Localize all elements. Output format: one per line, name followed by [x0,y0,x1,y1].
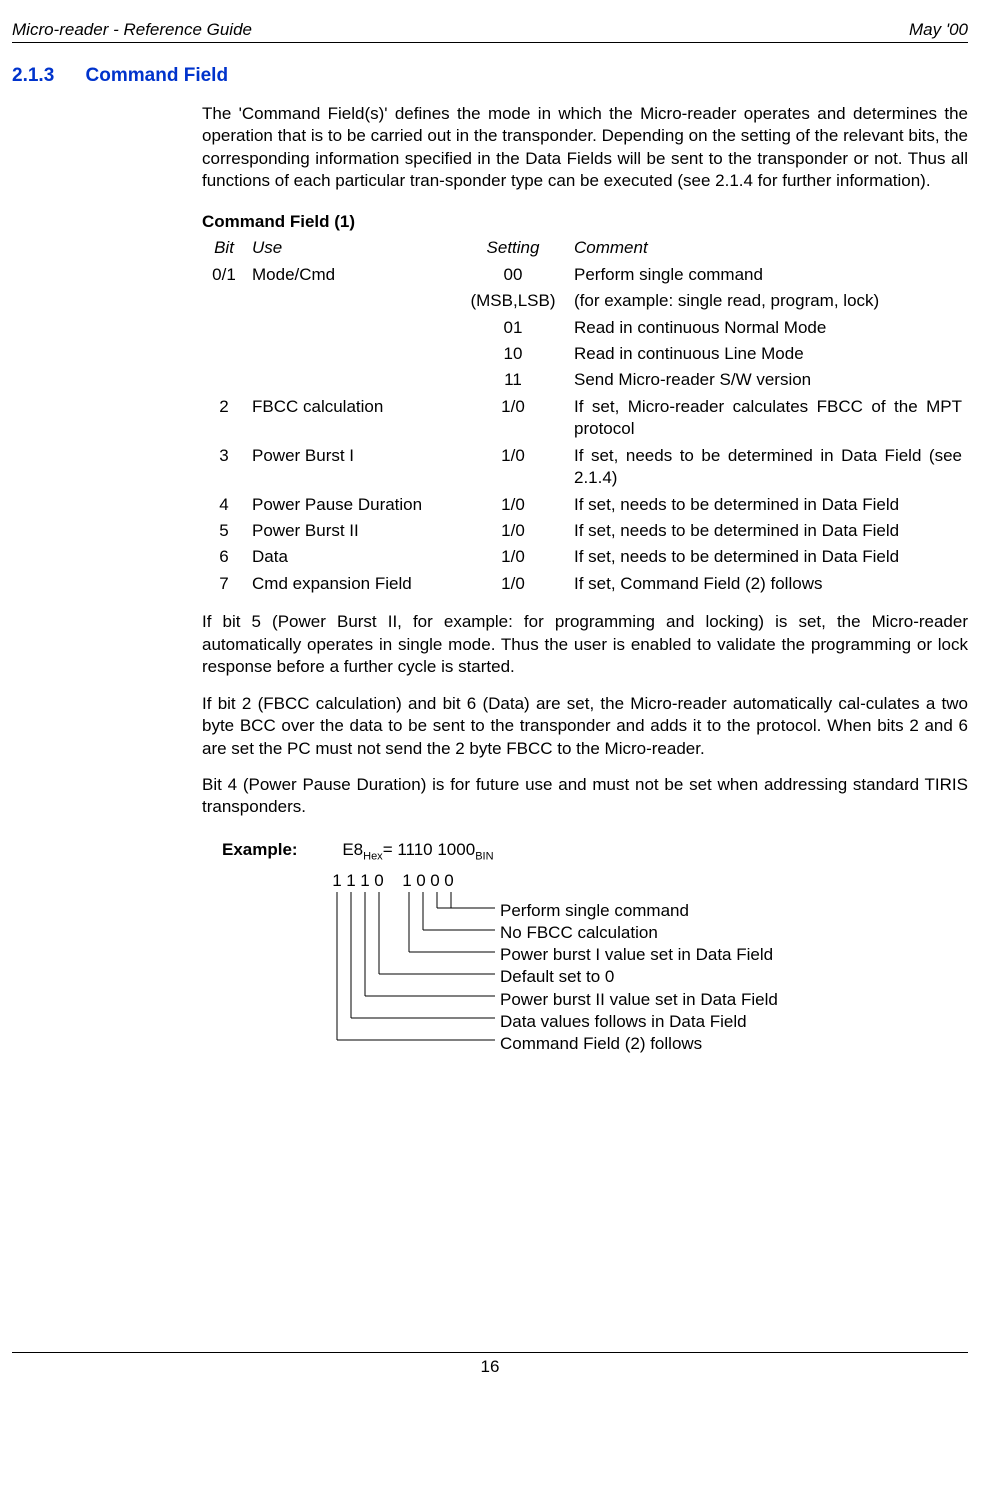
content-block: The 'Command Field(s)' defines the mode … [202,103,968,1092]
table-row: 4Power Pause Duration1/0If set, needs to… [202,492,968,518]
example-block: Example: E8Hex= 1110 1000BIN 11101000 [222,839,968,1092]
th-bit: Bit [202,235,252,261]
page-header: Micro-reader - Reference Guide May '00 [12,20,968,43]
paragraph: Bit 4 (Power Pause Duration) is for futu… [202,774,968,819]
diagram-labels: Perform single command No FBCC calculati… [500,900,778,1055]
example-line: Example: E8Hex= 1110 1000BIN [222,839,968,864]
header-right: May '00 [909,20,968,40]
example-label: Example: [222,840,298,859]
section-title: Command Field [86,65,229,86]
th-comment: Comment [574,235,968,261]
table-title: Command Field (1) [202,211,968,233]
table-row: 5Power Burst II1/0If set, needs to be de… [202,518,968,544]
bits-row: 11101000 [330,870,968,892]
table-row: 2FBCC calculation1/0If set, Micro-reader… [202,394,968,443]
paragraph: If bit 2 (FBCC calculation) and bit 6 (D… [202,693,968,760]
header-left: Micro-reader - Reference Guide [12,20,252,40]
example-mid: = 1110 1000 [383,840,476,859]
paragraph: If bit 5 (Power Burst II, for example: f… [202,611,968,678]
annotation: Default set to 0 [500,966,778,988]
bin-sub: BIN [475,850,493,862]
table-row: 11Send Micro-reader S/W version [202,367,968,393]
section-number: 2.1.3 [12,65,54,86]
table-row: 3Power Burst I1/0If set, needs to be det… [202,443,968,492]
th-use: Use [252,235,458,261]
annotation: Power burst I value set in Data Field [500,944,778,966]
table-row: 0/1Mode/Cmd00Perform single command [202,262,968,288]
th-setting: Setting [458,235,574,261]
annotation: Perform single command [500,900,778,922]
annotation: No FBCC calculation [500,922,778,944]
section-heading: 2.1.3 Command Field [12,65,968,87]
table-row: 01Read in continuous Normal Mode [202,315,968,341]
hex-sub: Hex [363,850,383,862]
page-footer: 16 [12,1352,968,1377]
command-field-table: Bit Use Setting Comment 0/1Mode/Cmd00Per… [202,235,968,597]
table-row: (MSB,LSB)(for example: single read, prog… [202,288,968,314]
annotation: Power burst II value set in Data Field [500,989,778,1011]
diagram-lines-icon [330,892,500,1072]
table-row: 6Data1/0If set, needs to be determined i… [202,544,968,570]
bit-diagram: Perform single command No FBCC calculati… [330,892,968,1092]
page-number: 16 [481,1357,500,1376]
example-hex: E8 [342,840,363,859]
annotation: Data values follows in Data Field [500,1011,778,1033]
annotation: Command Field (2) follows [500,1033,778,1055]
table-row: 10Read in continuous Line Mode [202,341,968,367]
paragraph: The 'Command Field(s)' defines the mode … [202,103,968,193]
table-row: 7Cmd expansion Field1/0If set, Command F… [202,571,968,597]
